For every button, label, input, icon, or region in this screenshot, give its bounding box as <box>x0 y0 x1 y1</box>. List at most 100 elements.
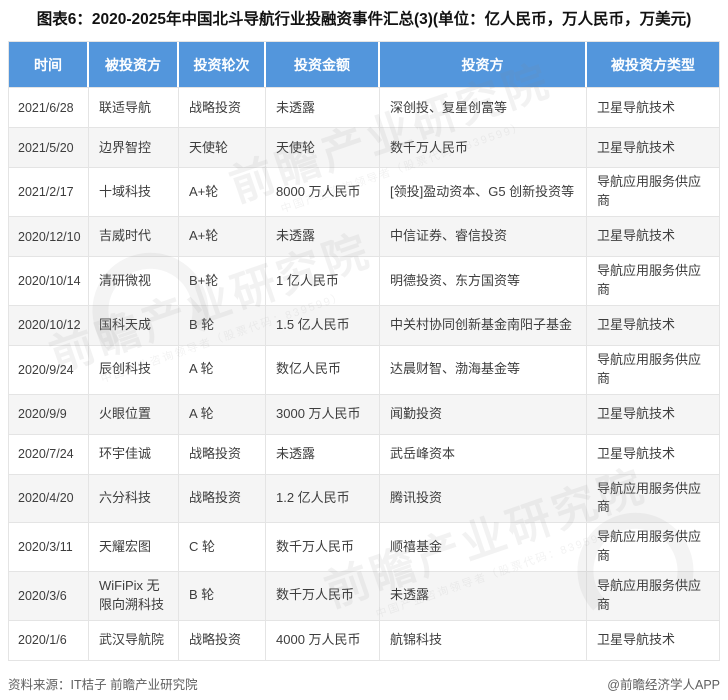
cell-type: 卫星导航技术 <box>587 87 719 127</box>
cell-investee: 天耀宏图 <box>89 522 179 571</box>
cell-investee: 环宇佳诚 <box>89 434 179 474</box>
cell-amount: 数亿人民币 <box>266 345 380 394</box>
table-row: 2021/6/28 联适导航 战略投资 未透露 深创投、复星创富等 卫星导航技术 <box>9 87 719 127</box>
column-header-investee: 被投资方 <box>89 42 179 87</box>
cell-investee: 六分科技 <box>89 474 179 523</box>
table-row: 2020/4/20 六分科技 战略投资 1.2 亿人民币 腾讯投资 导航应用服务… <box>9 474 719 523</box>
table-row: 2021/2/17 十域科技 A+轮 8000 万人民币 [领投]盈动资本、G5… <box>9 167 719 216</box>
cell-investor: 深创投、复星创富等 <box>380 87 587 127</box>
cell-round: A 轮 <box>179 345 266 394</box>
cell-amount: 1.5 亿人民币 <box>266 305 380 345</box>
table-row: 2020/10/12 国科天成 B 轮 1.5 亿人民币 中关村协同创新基金南阳… <box>9 305 719 345</box>
cell-type: 导航应用服务供应商 <box>587 571 719 620</box>
cell-date: 2020/12/10 <box>9 216 89 256</box>
cell-investee: 辰创科技 <box>89 345 179 394</box>
table-body: 2021/6/28 联适导航 战略投资 未透露 深创投、复星创富等 卫星导航技术… <box>9 87 719 659</box>
cell-round: B 轮 <box>179 571 266 620</box>
column-header-amount: 投资金额 <box>266 42 380 87</box>
cell-investor: 明德投资、东方国资等 <box>380 256 587 305</box>
cell-investor: 数千万人民币 <box>380 127 587 167</box>
cell-amount: 3000 万人民币 <box>266 394 380 434</box>
cell-investee: 国科天成 <box>89 305 179 345</box>
cell-investor: 中信证券、睿信投资 <box>380 216 587 256</box>
table-header-row: 时间 被投资方 投资轮次 投资金额 投资方 被投资方类型 <box>9 42 719 87</box>
cell-date: 2020/9/9 <box>9 394 89 434</box>
cell-type: 卫星导航技术 <box>587 620 719 660</box>
investment-table: 时间 被投资方 投资轮次 投资金额 投资方 被投资方类型 2021/6/28 联… <box>8 41 720 660</box>
cell-round: B+轮 <box>179 256 266 305</box>
cell-date: 2020/10/12 <box>9 305 89 345</box>
cell-investee: 边界智控 <box>89 127 179 167</box>
cell-round: C 轮 <box>179 522 266 571</box>
cell-amount: 8000 万人民币 <box>266 167 380 216</box>
cell-investee: WiFiPix 无限向溯科技 <box>89 571 179 620</box>
column-header-type: 被投资方类型 <box>587 42 719 87</box>
table-row: 2020/10/14 清研微视 B+轮 1 亿人民币 明德投资、东方国资等 导航… <box>9 256 719 305</box>
table-row: 2020/1/6 武汉导航院 战略投资 4000 万人民币 航锦科技 卫星导航技… <box>9 620 719 660</box>
cell-date: 2020/1/6 <box>9 620 89 660</box>
cell-type: 卫星导航技术 <box>587 127 719 167</box>
cell-investor: 武岳峰资本 <box>380 434 587 474</box>
cell-amount: 数千万人民币 <box>266 522 380 571</box>
cell-type: 卫星导航技术 <box>587 434 719 474</box>
cell-round: 战略投资 <box>179 620 266 660</box>
table-row: 2020/9/9 火眼位置 A 轮 3000 万人民币 闻勤投资 卫星导航技术 <box>9 394 719 434</box>
cell-round: 战略投资 <box>179 87 266 127</box>
cell-round: B 轮 <box>179 305 266 345</box>
cell-date: 2020/3/6 <box>9 571 89 620</box>
cell-investee: 十域科技 <box>89 167 179 216</box>
page-title: 图表6：2020-2025年中国北斗导航行业投融资事件汇总(3)(单位：亿人民币… <box>6 9 722 31</box>
cell-round: 天使轮 <box>179 127 266 167</box>
cell-date: 2020/3/11 <box>9 522 89 571</box>
source-note: 资料来源：IT桔子 前瞻产业研究院 <box>8 674 198 693</box>
cell-amount: 数千万人民币 <box>266 571 380 620</box>
cell-round: A+轮 <box>179 167 266 216</box>
cell-round: A+轮 <box>179 216 266 256</box>
cell-amount: 未透露 <box>266 87 380 127</box>
brand-credit: @前瞻经济学人APP <box>607 674 720 693</box>
cell-amount: 未透露 <box>266 216 380 256</box>
cell-date: 2020/4/20 <box>9 474 89 523</box>
cell-investor: 闻勤投资 <box>380 394 587 434</box>
table-row: 2020/3/11 天耀宏图 C 轮 数千万人民币 顺禧基金 导航应用服务供应商 <box>9 522 719 571</box>
column-header-investor: 投资方 <box>380 42 587 87</box>
table-row: 2021/5/20 边界智控 天使轮 天使轮 数千万人民币 卫星导航技术 <box>9 127 719 167</box>
table-row: 2020/12/10 吉威时代 A+轮 未透露 中信证券、睿信投资 卫星导航技术 <box>9 216 719 256</box>
table-row: 2020/7/24 环宇佳诚 战略投资 未透露 武岳峰资本 卫星导航技术 <box>9 434 719 474</box>
cell-amount: 1.2 亿人民币 <box>266 474 380 523</box>
cell-date: 2021/2/17 <box>9 167 89 216</box>
cell-investee: 火眼位置 <box>89 394 179 434</box>
cell-type: 导航应用服务供应商 <box>587 256 719 305</box>
cell-investee: 吉威时代 <box>89 216 179 256</box>
cell-investee: 清研微视 <box>89 256 179 305</box>
cell-investee: 联适导航 <box>89 87 179 127</box>
cell-date: 2020/9/24 <box>9 345 89 394</box>
column-header-date: 时间 <box>9 42 89 87</box>
cell-amount: 1 亿人民币 <box>266 256 380 305</box>
cell-investor: 达晨财智、渤海基金等 <box>380 345 587 394</box>
cell-date: 2021/6/28 <box>9 87 89 127</box>
cell-type: 导航应用服务供应商 <box>587 522 719 571</box>
cell-investee: 武汉导航院 <box>89 620 179 660</box>
cell-amount: 天使轮 <box>266 127 380 167</box>
cell-amount: 4000 万人民币 <box>266 620 380 660</box>
cell-date: 2020/10/14 <box>9 256 89 305</box>
table-footer: 资料来源：IT桔子 前瞻产业研究院 @前瞻经济学人APP <box>8 674 720 693</box>
cell-investor: 顺禧基金 <box>380 522 587 571</box>
cell-investor: 腾讯投资 <box>380 474 587 523</box>
table-row: 2020/3/6 WiFiPix 无限向溯科技 B 轮 数千万人民币 未透露 导… <box>9 571 719 620</box>
cell-round: 战略投资 <box>179 434 266 474</box>
cell-date: 2020/7/24 <box>9 434 89 474</box>
column-header-round: 投资轮次 <box>179 42 266 87</box>
cell-type: 导航应用服务供应商 <box>587 167 719 216</box>
cell-type: 卫星导航技术 <box>587 394 719 434</box>
cell-investor: 航锦科技 <box>380 620 587 660</box>
cell-amount: 未透露 <box>266 434 380 474</box>
cell-type: 卫星导航技术 <box>587 216 719 256</box>
cell-type: 导航应用服务供应商 <box>587 345 719 394</box>
cell-type: 卫星导航技术 <box>587 305 719 345</box>
cell-investor: [领投]盈动资本、G5 创新投资等 <box>380 167 587 216</box>
cell-round: A 轮 <box>179 394 266 434</box>
cell-type: 导航应用服务供应商 <box>587 474 719 523</box>
cell-investor: 未透露 <box>380 571 587 620</box>
